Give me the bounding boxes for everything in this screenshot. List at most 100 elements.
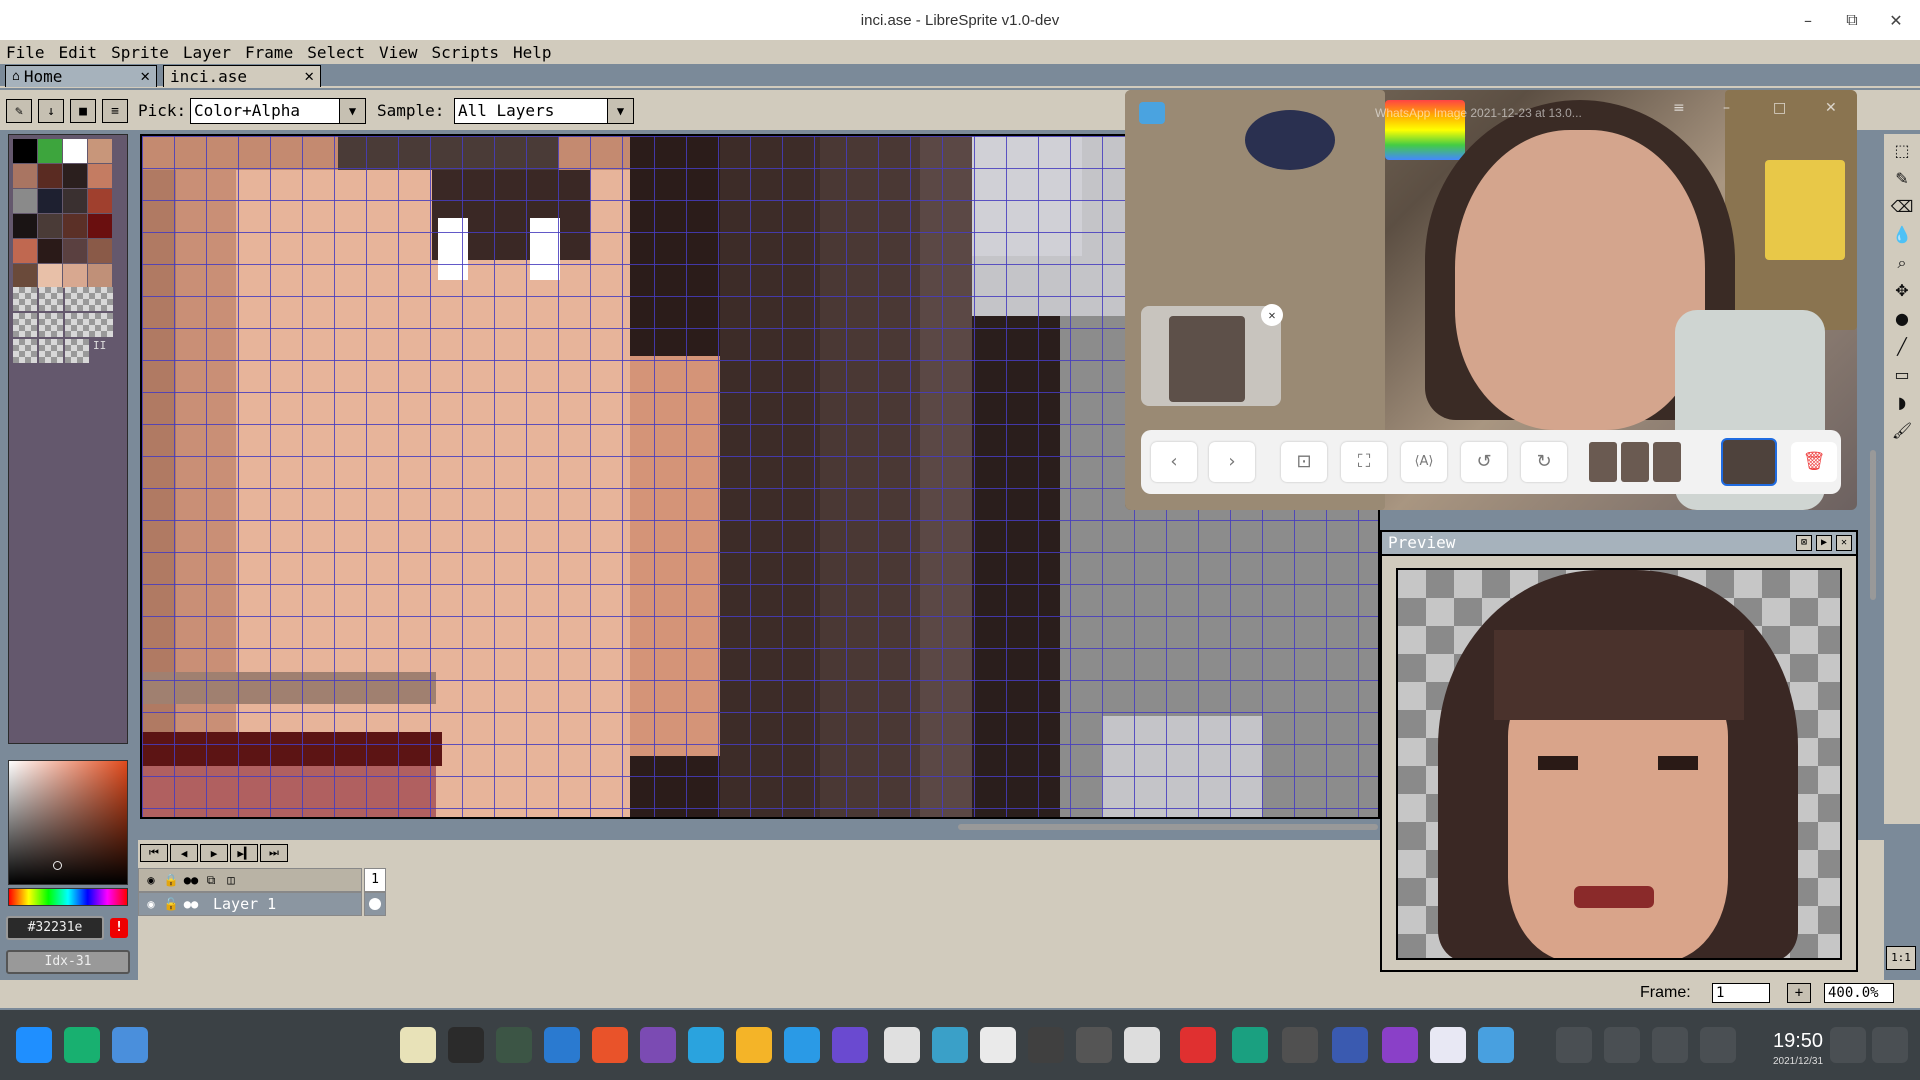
menu-select[interactable]: Select <box>307 43 365 62</box>
s-app-icon[interactable] <box>1332 1027 1368 1063</box>
maximize-button[interactable]: ⧉ <box>1842 10 1862 30</box>
menu-file[interactable]: File <box>6 43 45 62</box>
menu-view[interactable]: View <box>379 43 418 62</box>
mail-icon[interactable] <box>736 1027 772 1063</box>
hat-icon[interactable] <box>1076 1027 1112 1063</box>
trash-icon[interactable] <box>1830 1027 1866 1063</box>
palette-swatch[interactable] <box>38 214 62 238</box>
terminal-icon[interactable] <box>448 1027 484 1063</box>
filmstrip-thumbnail[interactable] <box>1621 442 1649 482</box>
record-icon[interactable] <box>1700 1027 1736 1063</box>
original-size-button[interactable]: ⊡ <box>1281 442 1327 482</box>
preview-mode-button[interactable]: ⊠ <box>1796 535 1812 551</box>
tab-home[interactable]: ⌂ Home ✕ <box>5 65 157 87</box>
fill-tool-icon[interactable]: ● <box>1888 306 1916 332</box>
blur-tool-icon[interactable]: 🖌 <box>1888 418 1916 444</box>
menu-edit[interactable]: Edit <box>59 43 98 62</box>
github-icon[interactable] <box>640 1027 676 1063</box>
lock-icon[interactable]: 🔒 <box>161 871 181 889</box>
clock-time[interactable]: 19:50 <box>1760 1030 1836 1053</box>
palette-swatch[interactable] <box>13 139 37 163</box>
filmstrip-thumbnail[interactable] <box>1653 442 1681 482</box>
sample-select[interactable]: All Layers ▼ <box>454 98 634 124</box>
palette-swatch[interactable] <box>13 189 37 213</box>
palette-swatch[interactable] <box>63 139 87 163</box>
marquee-tool-icon[interactable]: ⬚ <box>1888 138 1916 164</box>
link-icon[interactable]: ⧉ <box>201 871 221 889</box>
eye-icon[interactable]: ◉ <box>141 895 161 913</box>
image-viewer-icon[interactable] <box>1478 1027 1514 1063</box>
close-button[interactable]: ✕ <box>1886 11 1906 30</box>
onion-skin-icon[interactable]: ●● <box>181 871 201 889</box>
zoom-input[interactable]: 400.0% <box>1824 983 1894 1003</box>
palette-swatch-empty[interactable] <box>39 313 63 337</box>
preview-window[interactable]: Preview ⊠ ▶ ✕ <box>1380 530 1858 972</box>
palette-swatch[interactable] <box>88 164 112 188</box>
chevron-down-icon[interactable]: ▼ <box>607 99 633 123</box>
telegram-icon[interactable] <box>688 1027 724 1063</box>
first-frame-button[interactable]: ⏮ <box>140 844 168 862</box>
keyboard-icon[interactable] <box>1556 1027 1592 1063</box>
next-frame-button[interactable]: ▶▍ <box>230 844 258 862</box>
palette-swatch[interactable] <box>38 239 62 263</box>
vscode-icon[interactable] <box>544 1027 580 1063</box>
palette-swatch[interactable] <box>38 264 62 288</box>
display-icon[interactable] <box>1604 1027 1640 1063</box>
multitask-icon[interactable] <box>112 1027 148 1063</box>
warning-icon[interactable]: ! <box>110 918 128 938</box>
chevron-down-icon[interactable]: ▼ <box>339 99 365 123</box>
thumbnail-close-button[interactable]: ✕ <box>1261 304 1283 326</box>
line-tool-icon[interactable]: ╱ <box>1888 334 1916 360</box>
palette-swatch-empty[interactable] <box>65 339 89 363</box>
layers-icon[interactable]: ◫ <box>221 871 241 889</box>
hue-slider[interactable] <box>8 888 128 906</box>
cube-icon[interactable] <box>1382 1027 1418 1063</box>
palette-swatch[interactable] <box>38 139 62 163</box>
add-frame-button[interactable]: + <box>1787 983 1811 1003</box>
reader-icon[interactable] <box>932 1027 968 1063</box>
move-tool-icon[interactable]: ✥ <box>1888 278 1916 304</box>
palette-swatch[interactable] <box>13 264 37 288</box>
palette-swatch[interactable] <box>63 264 87 288</box>
obsidian-icon[interactable] <box>832 1027 868 1063</box>
palette-swatch-empty[interactable] <box>13 339 37 363</box>
horizontal-scrollbar[interactable] <box>958 824 1378 830</box>
previous-image-button[interactable]: ‹ <box>1151 442 1197 482</box>
color-picker-handle[interactable] <box>53 861 62 870</box>
pencil-tool-icon[interactable]: ✎ <box>1888 166 1916 192</box>
palette-swatch-empty[interactable] <box>13 313 37 337</box>
menu-scripts[interactable]: Scripts <box>432 43 499 62</box>
layer-row[interactable]: ◉ 🔓 ●● Layer 1 <box>138 892 362 916</box>
arrow-down-icon[interactable]: ↓ <box>38 99 64 123</box>
palette-swatch[interactable] <box>88 214 112 238</box>
vertical-scrollbar[interactable] <box>1870 450 1876 600</box>
tab-file-close-icon[interactable]: ✕ <box>304 66 314 85</box>
filmstrip-thumbnail[interactable] <box>1589 442 1617 482</box>
frame-header[interactable]: 1 <box>364 868 386 892</box>
last-frame-button[interactable]: ⏭ <box>260 844 288 862</box>
menu-frame[interactable]: Frame <box>245 43 293 62</box>
palette-swatch[interactable] <box>88 189 112 213</box>
rotate-right-button[interactable]: ↻ <box>1521 442 1567 482</box>
cat-icon[interactable] <box>1430 1027 1466 1063</box>
trash-icon[interactable]: 🗑 <box>1791 442 1837 482</box>
owl-icon[interactable] <box>1028 1027 1064 1063</box>
rectangle-tool-icon[interactable]: ▭ <box>1888 362 1916 388</box>
text-editor-icon[interactable] <box>884 1027 920 1063</box>
menu-sprite[interactable]: Sprite <box>111 43 169 62</box>
palette-swatch[interactable] <box>63 164 87 188</box>
rotate-left-button[interactable]: ↺ <box>1461 442 1507 482</box>
menu-layer[interactable]: Layer <box>183 43 231 62</box>
pencil-icon[interactable]: ✎ <box>6 99 32 123</box>
viewer-menu-icon[interactable]: ≡ <box>1673 100 1685 116</box>
next-image-button[interactable]: › <box>1209 442 1255 482</box>
app-icon[interactable] <box>64 1027 100 1063</box>
square-icon[interactable]: ■ <box>70 99 96 123</box>
menu-lines-icon[interactable]: ≡ <box>102 99 128 123</box>
palette-swatch-empty[interactable] <box>39 339 63 363</box>
viewer-minimize-button[interactable]: – <box>1723 100 1730 116</box>
play-button[interactable]: ▶ <box>200 844 228 862</box>
palette-swatch[interactable] <box>38 164 62 188</box>
color-spectrum[interactable] <box>8 760 128 885</box>
launcher-icon[interactable] <box>16 1027 52 1063</box>
